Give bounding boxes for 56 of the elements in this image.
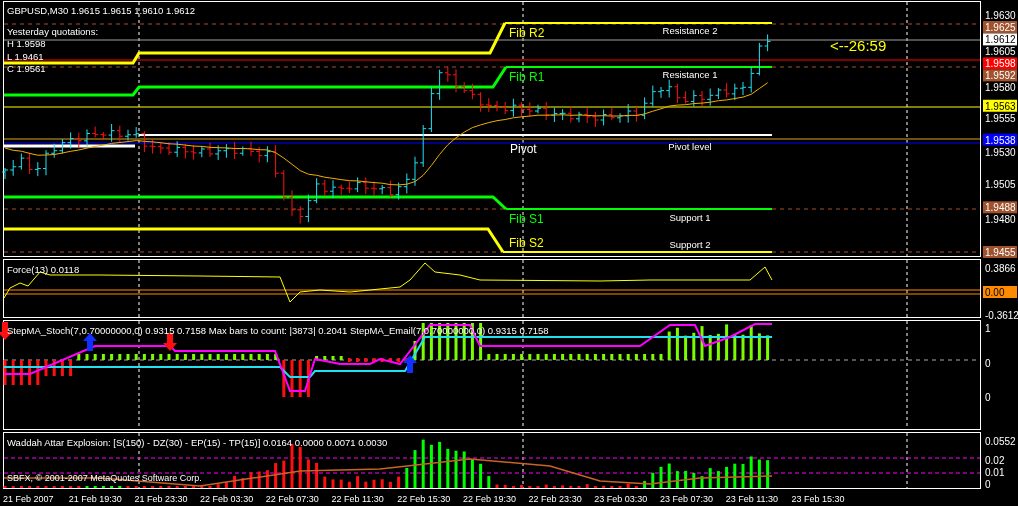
time-label: 22 Feb 15:30: [397, 494, 451, 504]
level-label: Fib S2: [509, 236, 544, 250]
level-name: Support 1: [669, 212, 711, 223]
time-label: 22 Feb 07:30: [265, 494, 319, 504]
time-label: 22 Feb 23:30: [528, 494, 582, 504]
price-badge: 1.9488: [983, 201, 1017, 214]
axis-label: 1.9480: [985, 214, 1016, 226]
axis-label: 0: [985, 358, 991, 369]
axis-label: 1.9505: [985, 179, 1016, 191]
time-label: 21 Feb 19:30: [68, 494, 122, 504]
axis-label: 0.0552: [985, 436, 1016, 447]
level-label: Fib S1: [509, 212, 544, 226]
level-label: Fib R2: [509, 26, 545, 40]
time-label: 21 Feb 2007: [3, 494, 54, 504]
price-badge: 1.9455: [983, 246, 1017, 258]
indicator-title: Force(13) 0.0118: [7, 264, 80, 275]
yesterday-value: L 1.9461: [7, 50, 44, 62]
chart-title: GBPUSD,M30 1.9615 1.9615 1.9610 1.9612: [7, 5, 196, 16]
axis-label: 1.9605: [985, 46, 1016, 58]
time-label: 21 Feb 23:30: [134, 494, 188, 504]
axis-label: 0.02: [985, 455, 1005, 466]
axis-label: 0.01: [985, 467, 1005, 478]
axis-label: 0.3866: [985, 263, 1016, 274]
axis-label: 1.9580: [985, 82, 1016, 94]
axis-label: 1: [985, 323, 991, 334]
indicator-title: Waddah Attar Explosion: [S(150) - DZ(30) - EP(15) - TP(15)] 0.0164 0.0000 0.0071 0.0030: [7, 437, 388, 448]
axis-label: 1.9530: [985, 146, 1016, 158]
time-label: 23 Feb 11:30: [725, 494, 779, 504]
axis-label: 1.9555: [985, 112, 1016, 124]
price-badge: 1.9592: [983, 69, 1017, 82]
yesterday-value: C 1.9561: [7, 63, 46, 74]
axis-label: 0: [985, 479, 991, 490]
level-label: Pivot: [510, 142, 537, 156]
axis-label: 0: [985, 392, 991, 403]
yesterday-value: H 1.9598: [7, 38, 46, 49]
level-name: Resistance 2: [662, 25, 718, 36]
price-badge: 0.00: [983, 286, 1017, 298]
level-name: Pivot level: [668, 141, 712, 152]
price-badge: 1.9598: [983, 57, 1017, 70]
price-badge: 1.9563: [983, 99, 1017, 112]
level-name: Support 2: [669, 239, 711, 250]
countdown-text: <--26:59: [830, 37, 887, 54]
price-badge: 1.9625: [983, 21, 1017, 33]
time-label: 23 Feb 03:30: [594, 494, 648, 504]
time-label: 22 Feb 03:30: [200, 494, 254, 504]
time-label: 22 Feb 11:30: [331, 494, 384, 504]
time-label: 22 Feb 19:30: [462, 494, 516, 504]
level-name: Resistance 1: [662, 69, 718, 80]
price-badge: 1.9612: [983, 33, 1017, 46]
level-label: Fib R1: [509, 70, 545, 84]
time-label: 23 Feb 07:30: [660, 494, 714, 504]
price-badge: 1.9538: [983, 133, 1017, 146]
yesterday-heading: Yesterday quotations:: [7, 26, 99, 37]
axis-label: 1.9630: [985, 10, 1016, 21]
axis-label: -0.3612: [985, 310, 1018, 319]
time-label: 23 Feb 15:30: [791, 494, 845, 504]
